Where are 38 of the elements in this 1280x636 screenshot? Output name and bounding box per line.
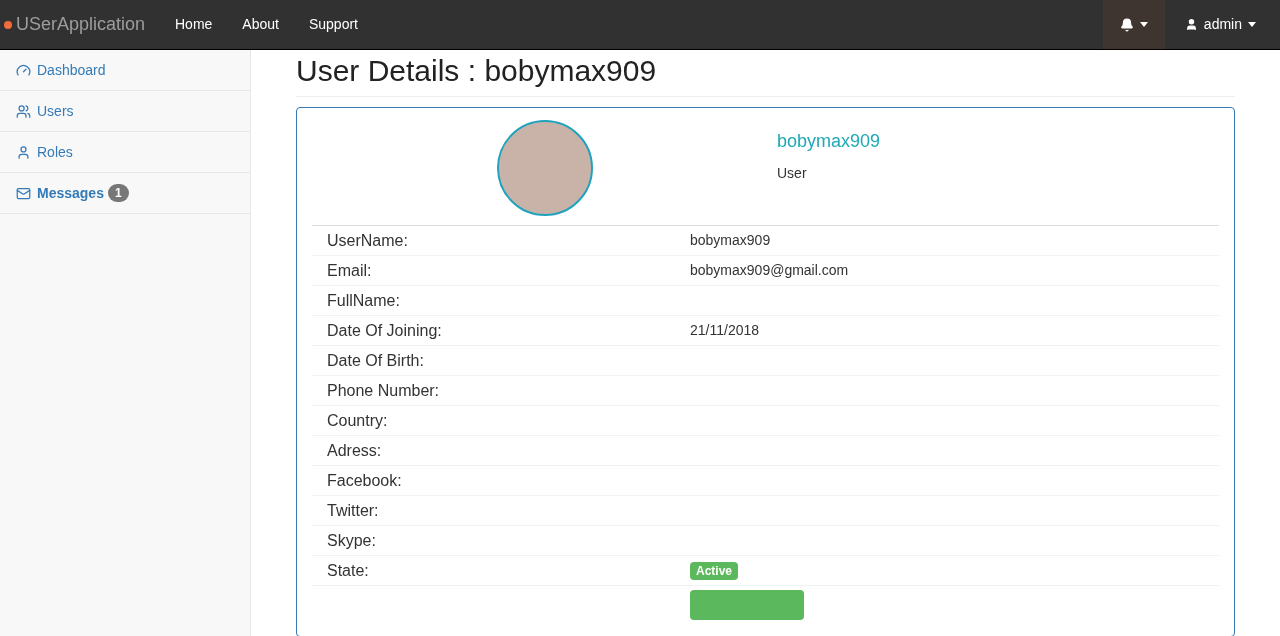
field-label: Twitter: bbox=[326, 500, 380, 521]
dashboard-icon bbox=[16, 62, 31, 78]
sidebar-item[interactable]: Messages 1 bbox=[0, 173, 250, 214]
caret-icon bbox=[1139, 22, 1148, 27]
field-label: Phone Number: bbox=[326, 380, 441, 401]
sidebar-item[interactable]: Dashboard bbox=[0, 50, 250, 91]
notifications-button[interactable] bbox=[1102, 0, 1165, 49]
field-label: Country: bbox=[326, 410, 389, 431]
field-label: Date Of Joining: bbox=[326, 320, 443, 341]
field-label: FullName: bbox=[326, 290, 401, 311]
sidebar-item[interactable]: Roles bbox=[0, 132, 250, 173]
field-label: Email: bbox=[326, 260, 373, 281]
field-label: Facebook: bbox=[326, 470, 403, 491]
page-title: User Details : bobymax909 bbox=[296, 54, 658, 88]
caret-icon bbox=[1248, 22, 1256, 27]
field-label: State: bbox=[326, 560, 370, 581]
bell-icon bbox=[1119, 17, 1134, 32]
field-label: Adress: bbox=[326, 440, 383, 461]
status-badge: Active bbox=[690, 561, 739, 580]
field-value: bobymax909 bbox=[690, 231, 771, 250]
users-icon bbox=[16, 103, 31, 119]
nav-link[interactable]: About bbox=[227, 14, 294, 35]
mail-icon bbox=[16, 185, 31, 201]
sidebar-item[interactable]: Users bbox=[0, 91, 250, 132]
field-label: Skype: bbox=[326, 530, 377, 551]
brand-link[interactable]: USerApplication bbox=[16, 11, 146, 38]
user-icon bbox=[16, 144, 31, 160]
user-menu-button[interactable]: admin bbox=[1164, 0, 1276, 49]
profile-role: User bbox=[777, 164, 808, 183]
user-icon bbox=[1184, 18, 1198, 31]
field-label: Date Of Birth: bbox=[326, 350, 425, 371]
field-value: bobymax909@gmail.com bbox=[690, 261, 849, 280]
nav-link[interactable]: Support bbox=[293, 14, 373, 35]
nav-link[interactable]: Home bbox=[160, 14, 228, 35]
field-value: 21/11/2018 bbox=[690, 321, 760, 340]
count-badge: 1 bbox=[107, 184, 129, 202]
field-label: UserName: bbox=[326, 230, 409, 251]
profile-name: bobymax909 bbox=[777, 130, 881, 153]
